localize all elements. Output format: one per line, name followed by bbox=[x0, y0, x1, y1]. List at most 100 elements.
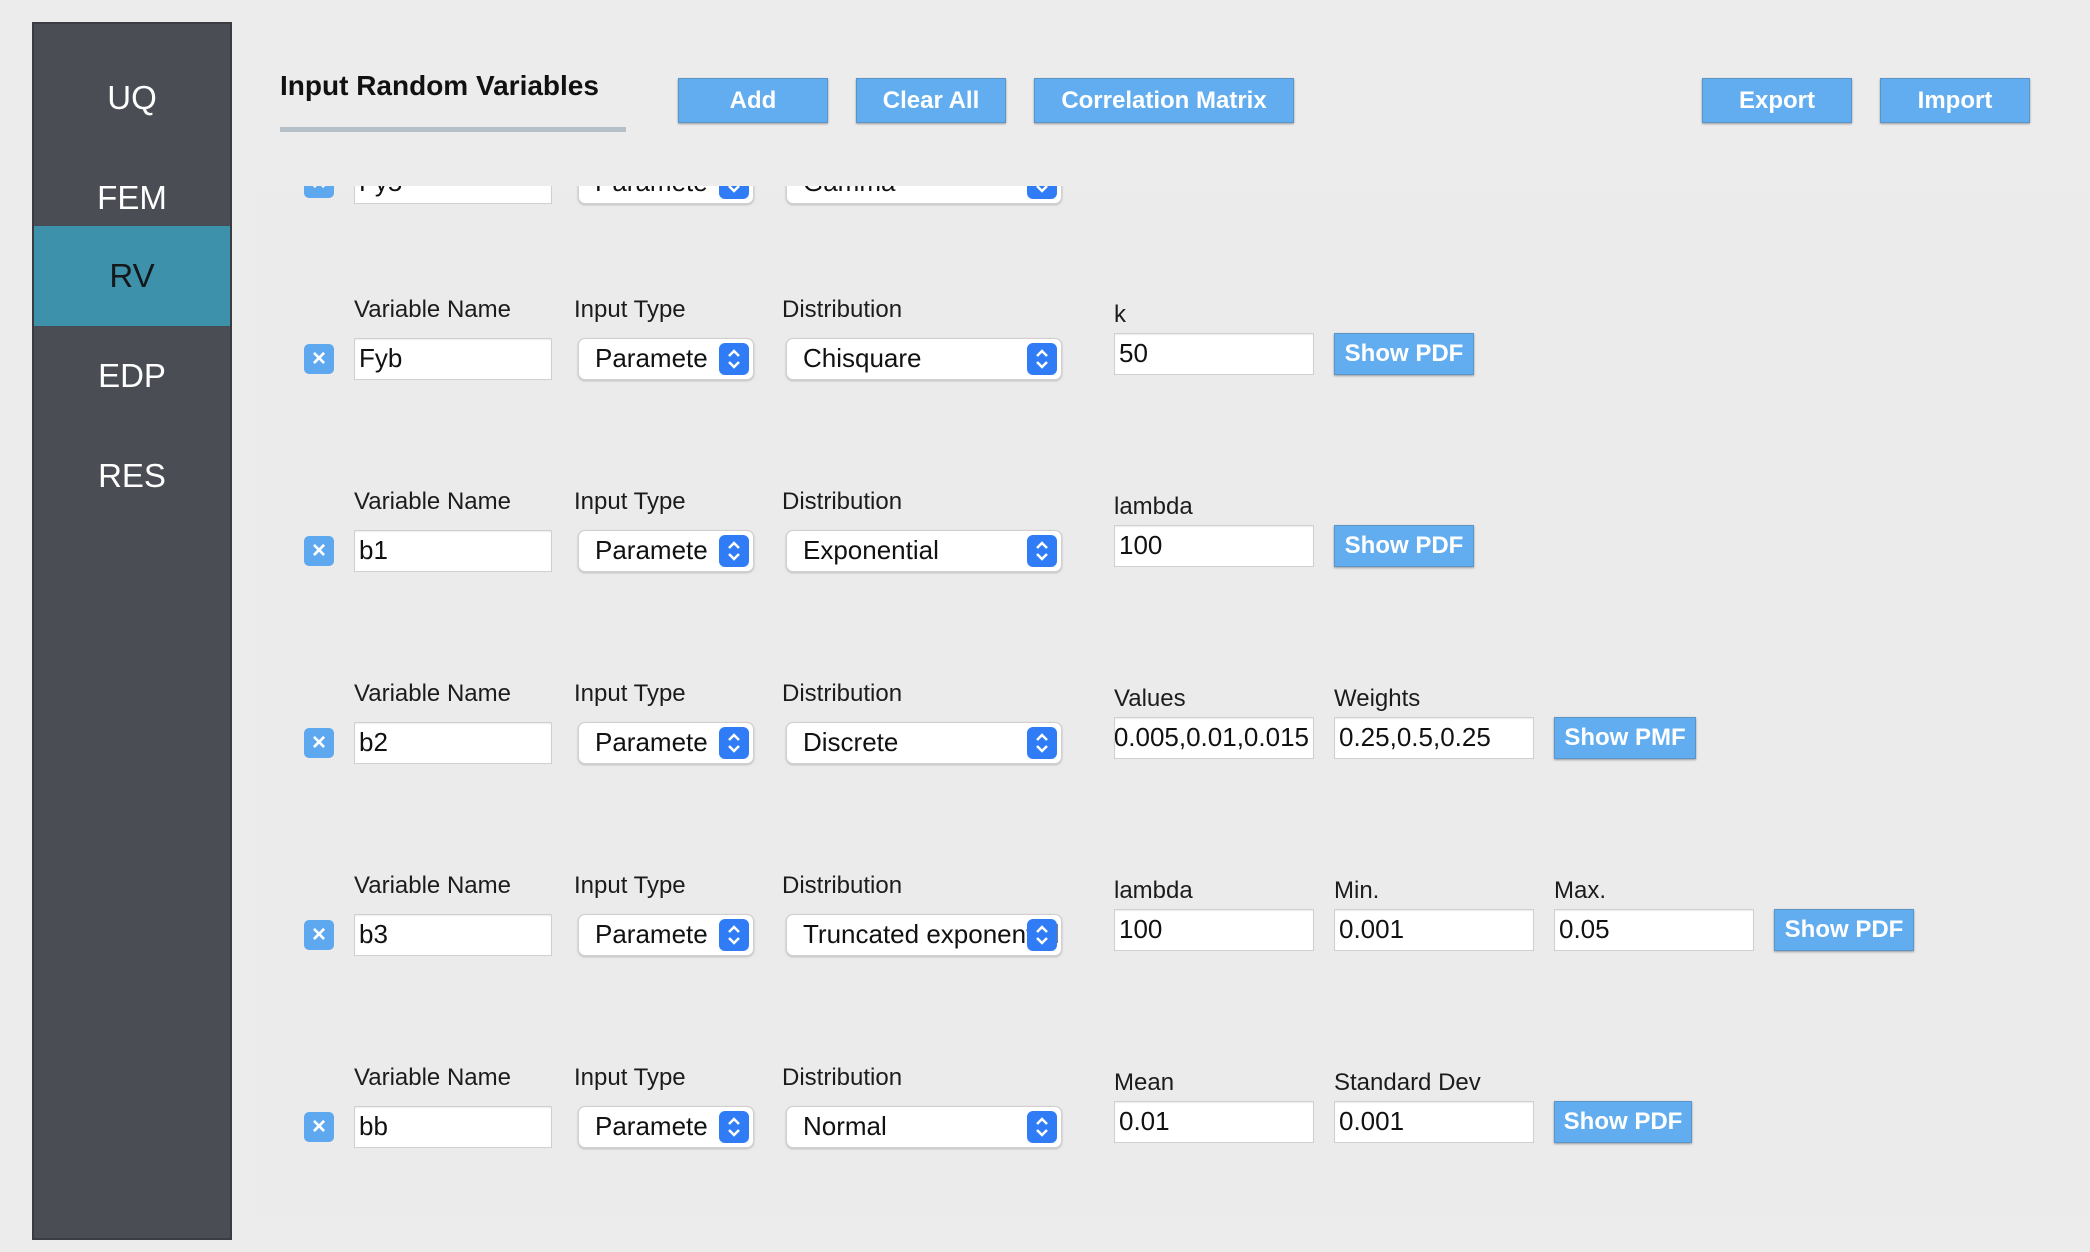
input-type-select[interactable]: Paramete bbox=[578, 530, 754, 572]
input-type-value: Paramete bbox=[595, 919, 708, 949]
distribution-label: Distribution bbox=[782, 488, 903, 515]
input-type-label: Input Type bbox=[574, 296, 686, 323]
export-button[interactable]: Export bbox=[1702, 78, 1852, 123]
sidebar-item-edp[interactable]: EDP bbox=[34, 326, 230, 426]
distribution-label: Distribution bbox=[782, 872, 903, 899]
close-icon: × bbox=[311, 1113, 326, 1140]
param-field[interactable]: 100 bbox=[1114, 909, 1314, 951]
sidebar-item-label: EDP bbox=[98, 357, 166, 394]
input-type-label: Input Type bbox=[574, 1064, 686, 1091]
rv-row: Variable Name Input Type Distribution × … bbox=[256, 1054, 2090, 1204]
variable-name-label: Variable Name bbox=[354, 872, 511, 899]
distribution-select[interactable]: Chisquare bbox=[786, 338, 1062, 380]
input-type-value: Paramete bbox=[595, 186, 708, 197]
remove-variable-button[interactable]: × bbox=[304, 1112, 334, 1142]
distribution-select[interactable]: Gamma bbox=[786, 186, 1062, 204]
variable-name-label: Variable Name bbox=[354, 680, 511, 707]
sidebar-item-label: RV bbox=[109, 257, 155, 294]
close-icon: × bbox=[311, 921, 326, 948]
rv-row: Variable Name Input Type Distribution × … bbox=[256, 670, 2090, 820]
input-type-label: Input Type bbox=[574, 872, 686, 899]
distribution-label: Distribution bbox=[782, 680, 903, 707]
variable-name-label: Variable Name bbox=[354, 488, 511, 515]
variable-name-field[interactable]: Fyb bbox=[354, 338, 552, 380]
param-label: Standard Dev bbox=[1334, 1069, 1481, 1096]
page-title: Input Random Variables bbox=[280, 70, 599, 101]
sidebar-item-res[interactable]: RES bbox=[34, 426, 230, 526]
param-label: Mean bbox=[1114, 1069, 1175, 1096]
chevron-updown-icon bbox=[719, 186, 749, 199]
chevron-updown-icon bbox=[1027, 919, 1057, 951]
random-variables-panel[interactable]: × Fy5 Paramete Gamma Variable Name Input… bbox=[256, 186, 2090, 1216]
show-pdf-button[interactable]: Show PDF bbox=[1334, 525, 1474, 567]
param-label: Min. bbox=[1334, 877, 1380, 904]
param-label: lambda bbox=[1114, 493, 1193, 520]
show-pdf-button[interactable]: Show PDF bbox=[1334, 333, 1474, 375]
show-pdf-button[interactable]: Show PDF bbox=[1554, 1101, 1692, 1143]
close-icon: × bbox=[311, 537, 326, 564]
distribution-select[interactable]: Exponential bbox=[786, 530, 1062, 572]
param-field[interactable]: 0.25,0.5,0.25 bbox=[1334, 717, 1534, 759]
chevron-updown-icon bbox=[1027, 186, 1057, 199]
input-type-label: Input Type bbox=[574, 488, 686, 515]
chevron-updown-icon bbox=[719, 1111, 749, 1143]
chevron-updown-icon bbox=[1027, 1111, 1057, 1143]
param-field[interactable]: 100 bbox=[1114, 525, 1314, 567]
input-type-label: Input Type bbox=[574, 680, 686, 707]
add-button[interactable]: Add bbox=[678, 78, 828, 123]
correlation-matrix-button[interactable]: Correlation Matrix bbox=[1034, 78, 1294, 123]
param-field[interactable]: 0.001 bbox=[1334, 909, 1534, 951]
sidebar-item-label: UQ bbox=[107, 79, 157, 116]
import-button[interactable]: Import bbox=[1880, 78, 2030, 123]
variable-name-field[interactable]: bb bbox=[354, 1106, 552, 1148]
show-pdf-button[interactable]: Show PDF bbox=[1774, 909, 1914, 951]
input-type-value: Paramete bbox=[595, 343, 708, 373]
variable-name-label: Variable Name bbox=[354, 1064, 511, 1091]
chevron-updown-icon bbox=[719, 727, 749, 759]
rv-row-partial: × Fy5 Paramete Gamma bbox=[256, 186, 2090, 240]
close-icon: × bbox=[311, 345, 326, 372]
sidebar-item-rv[interactable]: RV bbox=[34, 226, 230, 326]
chevron-updown-icon bbox=[1027, 343, 1057, 375]
rv-row: Variable Name Input Type Distribution × … bbox=[256, 478, 2090, 628]
variable-name-field[interactable]: b2 bbox=[354, 722, 552, 764]
rv-row: Variable Name Input Type Distribution × … bbox=[256, 286, 2090, 436]
sidebar-item-uq[interactable]: UQ bbox=[34, 48, 230, 148]
remove-variable-button[interactable]: × bbox=[304, 186, 334, 198]
param-field[interactable]: 50 bbox=[1114, 333, 1314, 375]
input-type-value: Paramete bbox=[595, 727, 708, 757]
param-field[interactable]: 0.05 bbox=[1554, 909, 1754, 951]
clear-all-button[interactable]: Clear All bbox=[856, 78, 1006, 123]
distribution-select[interactable]: Truncated exponential bbox=[786, 914, 1062, 956]
distribution-select[interactable]: Normal bbox=[786, 1106, 1062, 1148]
distribution-value: Gamma bbox=[803, 186, 895, 197]
sidebar-nav: UQ FEM RV EDP RES bbox=[32, 22, 232, 1240]
input-type-select[interactable]: Paramete bbox=[578, 338, 754, 380]
variable-name-field[interactable]: Fy5 bbox=[354, 186, 552, 204]
chevron-updown-icon bbox=[1027, 727, 1057, 759]
param-label: k bbox=[1114, 301, 1126, 328]
input-type-select[interactable]: Paramete bbox=[578, 914, 754, 956]
rv-row: Variable Name Input Type Distribution × … bbox=[256, 862, 2090, 1012]
remove-variable-button[interactable]: × bbox=[304, 728, 334, 758]
chevron-updown-icon bbox=[1027, 535, 1057, 567]
param-field[interactable]: 0.005,0.01,0.015 bbox=[1114, 717, 1314, 759]
param-label: Max. bbox=[1554, 877, 1607, 904]
remove-variable-button[interactable]: × bbox=[304, 344, 334, 374]
distribution-select[interactable]: Discrete bbox=[786, 722, 1062, 764]
variable-name-field[interactable]: b1 bbox=[354, 530, 552, 572]
remove-variable-button[interactable]: × bbox=[304, 536, 334, 566]
variable-name-field[interactable]: b3 bbox=[354, 914, 552, 956]
close-icon: × bbox=[311, 729, 326, 756]
param-label: lambda bbox=[1114, 877, 1193, 904]
input-type-select[interactable]: Paramete bbox=[578, 1106, 754, 1148]
param-field[interactable]: 0.01 bbox=[1114, 1101, 1314, 1143]
show-pmf-button[interactable]: Show PMF bbox=[1554, 717, 1696, 759]
remove-variable-button[interactable]: × bbox=[304, 920, 334, 950]
param-field[interactable]: 0.001 bbox=[1334, 1101, 1534, 1143]
distribution-label: Distribution bbox=[782, 296, 903, 323]
sidebar-item-label: FEM bbox=[97, 179, 167, 216]
input-type-value: Paramete bbox=[595, 535, 708, 565]
input-type-select[interactable]: Paramete bbox=[578, 186, 754, 204]
input-type-select[interactable]: Paramete bbox=[578, 722, 754, 764]
